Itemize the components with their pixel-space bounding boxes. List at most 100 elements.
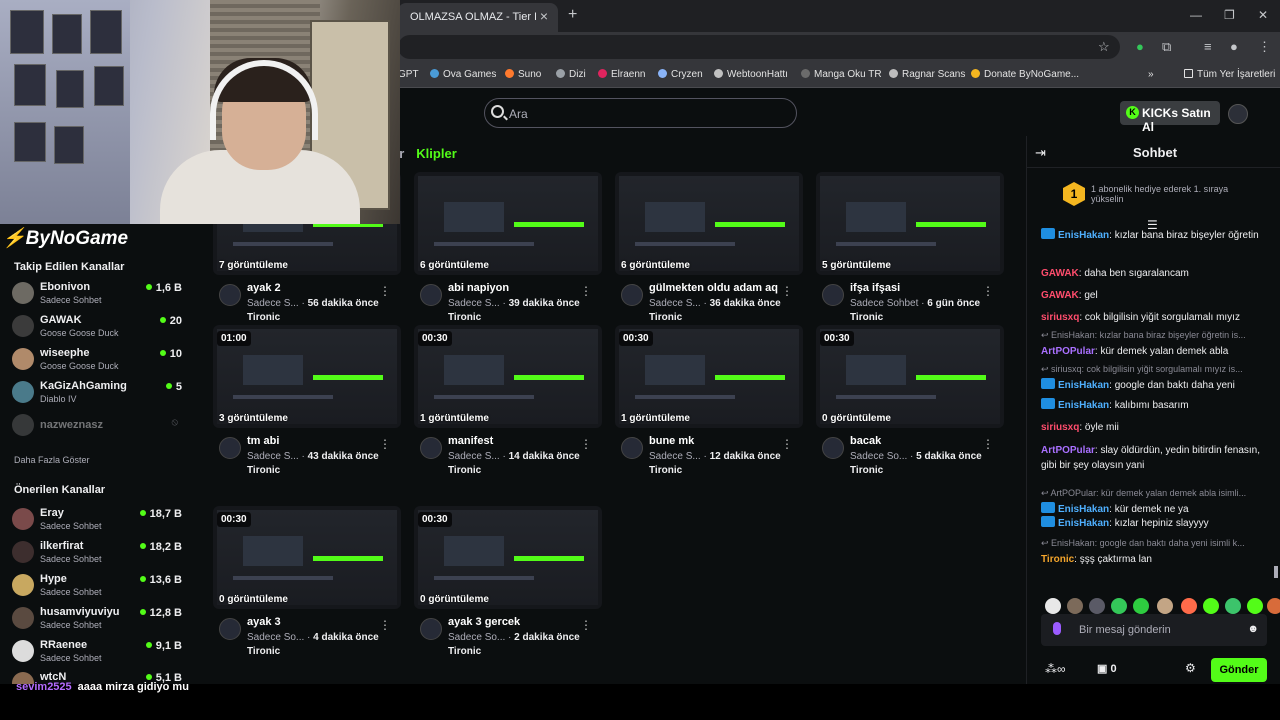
chat-username[interactable]: ArtPOPular: [1041, 346, 1095, 357]
chat-message-input[interactable]: Bir mesaj gönderin ☻: [1041, 614, 1267, 646]
chat-message[interactable]: Tironic: şşş çaktırma lan: [1041, 552, 1277, 567]
emoji-icon[interactable]: ☻: [1247, 623, 1259, 635]
emote-icon[interactable]: [1067, 598, 1083, 614]
bookmark[interactable]: Manga Oku TR: [801, 69, 882, 80]
clip-channel[interactable]: Tironic: [850, 312, 883, 323]
chat-message[interactable]: siriusxq: cok bilgilisin yiğit sorgulama…: [1041, 310, 1277, 325]
clip-title[interactable]: abi napiyon: [448, 282, 509, 294]
chat-message[interactable]: siriusxq: öyle mii: [1041, 420, 1277, 435]
reply-context[interactable]: ↩ siriusxq: cok bilgilisin yiğit sorgula…: [1041, 364, 1277, 375]
send-button[interactable]: Gönder: [1211, 658, 1267, 682]
chat-username[interactable]: siriusxq: [1041, 312, 1079, 323]
bookmark[interactable]: Cryzen: [658, 69, 703, 80]
clip-channel[interactable]: Tironic: [448, 646, 481, 657]
gear-icon[interactable]: ⚙: [1185, 661, 1196, 675]
gift-leaderboard[interactable]: 1: [1063, 182, 1093, 208]
clip-thumbnail[interactable]: 00:30 0 görüntüleme: [816, 325, 1004, 428]
close-icon[interactable]: ×: [540, 8, 548, 24]
collapse-chat-icon[interactable]: ⇥: [1035, 145, 1046, 161]
clip-title[interactable]: ayak 2: [247, 282, 281, 294]
more-options-icon[interactable]: ⋮: [379, 284, 391, 298]
search-input[interactable]: Ara: [484, 98, 797, 128]
reply-context[interactable]: ↩ ArtPOPular: kür demek yalan demek abla…: [1041, 488, 1277, 499]
clip-card[interactable]: 00:30 0 görüntüleme ayak 3 gercek Sadece So…: [414, 506, 602, 666]
window-close-icon[interactable]: ✕: [1258, 8, 1268, 22]
bookmark[interactable]: WebtoonHattı: [714, 69, 788, 80]
bookmark[interactable]: GPT: [398, 69, 419, 80]
new-tab-icon[interactable]: +: [568, 6, 577, 24]
more-options-icon[interactable]: ⋮: [379, 437, 391, 451]
clip-title[interactable]: gülmekten oldu adam aq: [649, 282, 778, 294]
channel-avatar[interactable]: [219, 437, 241, 459]
clip-card[interactable]: 00:30 0 görüntüleme ayak 3 Sadece So... · 4…: [213, 506, 401, 666]
clip-thumbnail[interactable]: 00:30 0 görüntüleme: [213, 506, 401, 609]
clip-channel[interactable]: Tironic: [247, 465, 280, 476]
more-options-icon[interactable]: ⋮: [580, 284, 592, 298]
clip-channel[interactable]: Tironic: [448, 312, 481, 323]
more-options-icon[interactable]: ⋮: [379, 618, 391, 632]
channel-avatar[interactable]: [219, 284, 241, 306]
sidebar-channel[interactable]: Hype Sadece Sohbet 13,6 B: [12, 571, 182, 601]
sidebar-channel[interactable]: husamviyuviyu Sadece Sohbet 12,8 B: [12, 604, 182, 634]
profile-icon[interactable]: ●: [1230, 39, 1238, 54]
star-icon[interactable]: ☆: [1098, 39, 1110, 55]
channel-avatar[interactable]: [420, 284, 442, 306]
emote-icon[interactable]: [1225, 598, 1241, 614]
clip-thumbnail[interactable]: 6 görüntüleme: [414, 172, 602, 275]
chat-username[interactable]: siriusxq: [1041, 422, 1079, 433]
sidebar-channel[interactable]: Eray Sadece Sohbet 18,7 B: [12, 505, 182, 535]
clip-channel[interactable]: Tironic: [649, 312, 682, 323]
kicks-balance[interactable]: ▣ 0: [1097, 662, 1117, 675]
chat-username[interactable]: EnisHakan: [1058, 230, 1109, 241]
extension-badge-icon[interactable]: ●: [1136, 39, 1144, 54]
buy-kicks-button[interactable]: K KICKs Satın Al: [1120, 101, 1220, 134]
bookmark[interactable]: Ova Games: [430, 69, 496, 80]
emote-icon[interactable]: [1133, 598, 1149, 614]
omnibox[interactable]: [398, 35, 1120, 59]
menu-icon[interactable]: ⋮: [1258, 39, 1271, 55]
clip-thumbnail[interactable]: 5 görüntüleme: [816, 172, 1004, 275]
infinity-icon[interactable]: ⁂∞: [1045, 662, 1066, 676]
chat-message[interactable]: EnisHakan: kızlar hepiniz slayyyy: [1041, 516, 1277, 531]
channel-avatar[interactable]: [822, 284, 844, 306]
restore-icon[interactable]: ❐: [1224, 8, 1235, 22]
clip-title[interactable]: ayak 3 gercek: [448, 616, 520, 628]
clip-card[interactable]: 6 görüntüleme abi napiyon Sadece S... · 39…: [414, 172, 602, 332]
emote-icon[interactable]: [1111, 598, 1127, 614]
user-avatar[interactable]: [1228, 104, 1248, 124]
clip-card[interactable]: 6 görüntüleme gülmekten oldu adam aq Sadec…: [615, 172, 803, 332]
puzzle-icon[interactable]: ⧉: [1162, 39, 1171, 55]
chat-username[interactable]: Tironic: [1041, 554, 1074, 565]
clip-title[interactable]: ifşa ifşasi: [850, 282, 900, 294]
clip-thumbnail[interactable]: 01:00 3 görüntüleme: [213, 325, 401, 428]
sidebar-channel[interactable]: KaGizAhGaming Diablo IV 5: [12, 378, 182, 408]
more-options-icon[interactable]: ⋮: [982, 284, 994, 298]
channel-avatar[interactable]: [420, 437, 442, 459]
channel-avatar[interactable]: [621, 437, 643, 459]
more-bookmarks-icon[interactable]: »: [1148, 69, 1154, 80]
reply-context[interactable]: ↩ EnisHakan: google dan baktı daha yeni …: [1041, 538, 1277, 549]
chat-username[interactable]: GAWAK: [1041, 290, 1079, 301]
channel-avatar[interactable]: [621, 284, 643, 306]
sidebar-channel[interactable]: ilkerfirat Sadece Sohbet 18,2 B: [12, 538, 182, 568]
chat-message[interactable]: GAWAK: daha ben sıgaralancam: [1041, 266, 1277, 281]
chat-username[interactable]: ArtPOPular: [1041, 445, 1095, 456]
clip-thumbnail[interactable]: 00:30 0 görüntüleme: [414, 506, 602, 609]
clip-channel[interactable]: Tironic: [850, 465, 883, 476]
reply-context[interactable]: ↩ EnisHakan: kızlar bana biraz bişeyler …: [1041, 330, 1277, 341]
more-options-icon[interactable]: ⋮: [781, 437, 793, 451]
clip-channel[interactable]: Tironic: [448, 465, 481, 476]
sidebar-channel[interactable]: RRaenee Sadece Sohbet 9,1 B: [12, 637, 182, 667]
emote-icon[interactable]: [1247, 598, 1263, 614]
clip-title[interactable]: bacak: [850, 435, 881, 447]
chat-username[interactable]: GAWAK: [1041, 268, 1079, 279]
clip-card[interactable]: 01:00 3 görüntüleme tm abi Sadece S... · 43…: [213, 325, 401, 485]
media-icon[interactable]: ≡: [1204, 39, 1212, 54]
clip-card[interactable]: 00:30 0 görüntüleme bacak Sadece So... · 5 …: [816, 325, 1004, 485]
clip-thumbnail[interactable]: 6 görüntüleme: [615, 172, 803, 275]
more-options-icon[interactable]: ⋮: [580, 437, 592, 451]
emote-icon[interactable]: [1267, 598, 1280, 614]
sidebar-channel[interactable]: Ebonivon Sadece Sohbet 1,6 B: [12, 279, 182, 309]
clip-card[interactable]: 00:30 1 görüntüleme manifest Sadece S... · …: [414, 325, 602, 485]
mic-icon[interactable]: [1053, 622, 1061, 635]
